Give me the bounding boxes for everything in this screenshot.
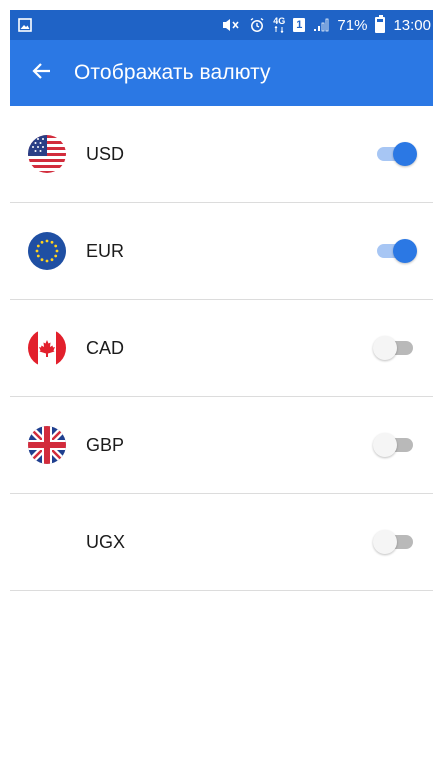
currency-list: USD EUR CAD GBP UGX [10,106,433,591]
us-flag-icon [28,135,66,173]
eu-flag-icon [28,232,66,270]
alarm-icon [249,17,265,33]
signal-icon [313,18,329,32]
arrow-left-icon [32,61,52,86]
toggle-ugx[interactable] [373,530,413,554]
currency-code: EUR [86,240,125,261]
toggle-usd[interactable] [377,142,417,166]
currency-code: UGX [86,531,126,552]
toggle-cad[interactable] [373,336,413,360]
battery-percent: 71% [337,16,368,34]
toggle-knob [373,433,397,457]
sim-1-icon: 1 [293,18,306,32]
toggle-knob [393,142,417,166]
mute-icon [221,17,241,33]
back-button[interactable] [24,55,60,91]
gallery-icon [18,18,32,32]
currency-row-ugx: UGX [10,494,433,591]
network-4g-icon: 4G [273,17,285,33]
status-bar: 4G 1 71% 13:00 [10,10,433,40]
status-time: 13:00 [393,16,431,34]
uk-flag-icon [28,426,66,464]
toggle-knob [373,336,397,360]
currency-code: CAD [86,337,125,358]
currency-code: GBP [86,434,125,455]
currency-code: USD [86,143,125,164]
app-screen: 4G 1 71% 13:00 Отображать валюту USD EUR… [10,10,433,772]
currency-row-cad: CAD [10,300,433,397]
status-left [18,18,32,32]
canada-flag-icon [28,329,66,367]
page-title: Отображать валюту [74,61,271,84]
currency-row-gbp: GBP [10,397,433,494]
toggle-eur[interactable] [377,239,417,263]
flag-placeholder [28,523,66,561]
sim-label: 1 [293,18,306,32]
network-label: 4G [273,16,286,26]
battery-icon [375,15,386,33]
status-right: 4G 1 71% 13:00 [221,15,433,34]
toggle-gbp[interactable] [373,433,413,457]
toggle-knob [393,239,417,263]
currency-row-usd: USD [10,106,433,203]
toggle-knob [373,530,397,554]
app-bar: Отображать валюту [10,40,433,106]
currency-row-eur: EUR [10,203,433,300]
